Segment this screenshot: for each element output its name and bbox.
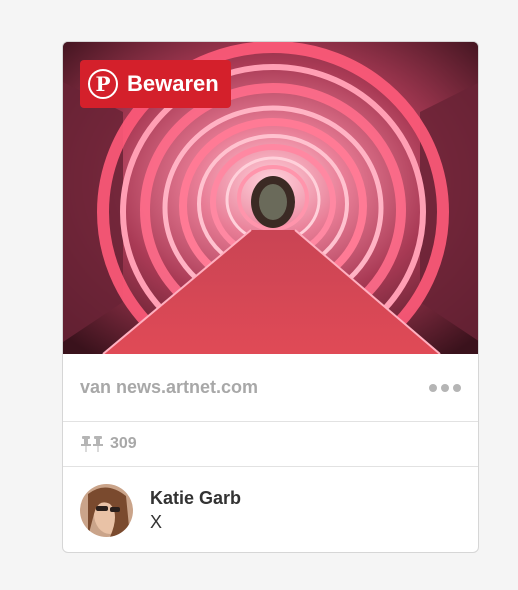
more-options-icon[interactable]	[429, 378, 461, 398]
user-avatar[interactable]	[80, 483, 133, 537]
pin-icon	[81, 436, 103, 452]
pin-card[interactable]: P Bewaren van news.artnet.com 309 Katie …	[62, 41, 479, 553]
source-row: van news.artnet.com	[63, 354, 478, 422]
save-button[interactable]: P Bewaren	[80, 60, 231, 108]
pin-image[interactable]: P Bewaren	[63, 42, 478, 354]
user-name[interactable]: Katie Garb	[150, 488, 241, 509]
repin-stats: 309	[63, 422, 478, 467]
repin-count: 309	[110, 435, 137, 452]
save-button-label: Bewaren	[127, 71, 219, 96]
source-link[interactable]: van news.artnet.com	[80, 377, 258, 398]
board-name[interactable]: X	[150, 512, 241, 533]
pinterest-logo-icon: P	[88, 69, 118, 99]
pinner-row[interactable]: Katie Garb X	[63, 467, 478, 552]
pinner-info: Katie Garb X	[150, 488, 241, 533]
